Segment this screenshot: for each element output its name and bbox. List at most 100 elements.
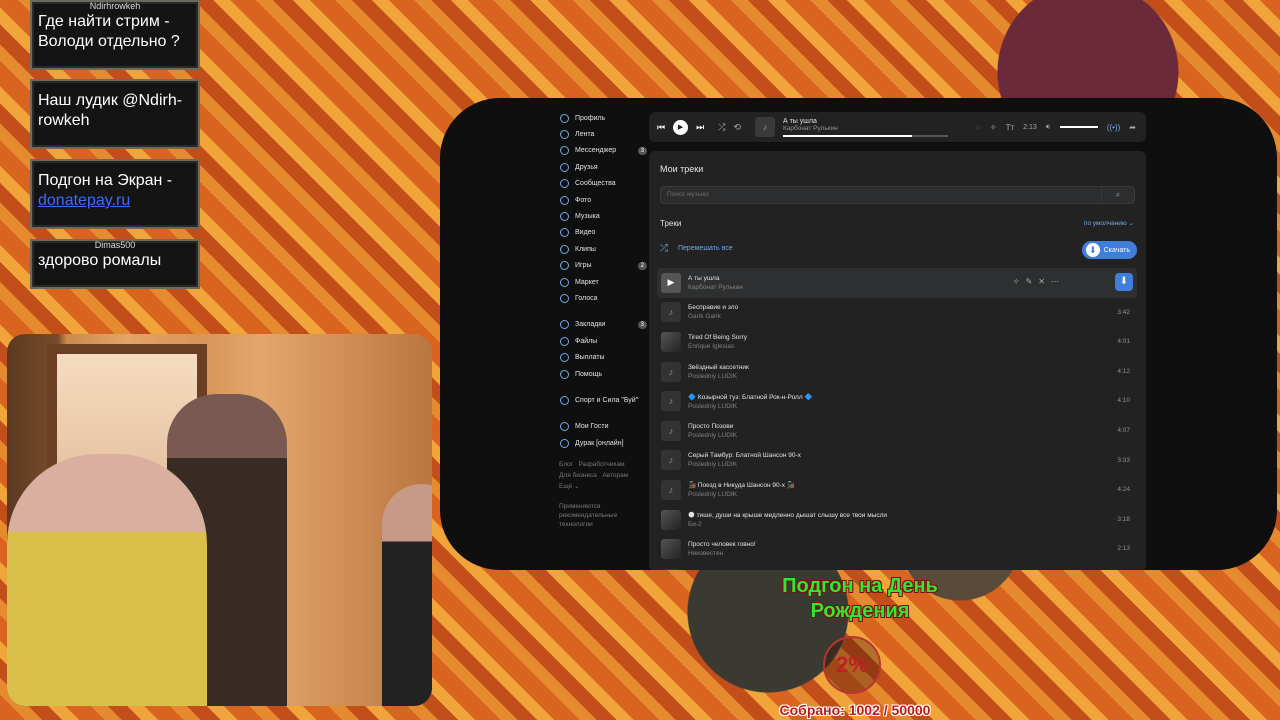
sidebar-item-badge: 3 [637,320,647,329]
track-row[interactable]: ♪ Просто Позови Posledniy LUDIK 4:07 [657,416,1137,446]
sparkle-icon[interactable]: ✧ [1013,277,1026,286]
chat-message: Наш лудик @Ndirh-rowkeh [30,79,200,149]
player-controls-right: ◌ ✧ Tт 2:13 🔉︎ ((•)) ➦ [976,122,1136,132]
track-title: Просто человек говно! [688,541,756,549]
sidebar-item[interactable]: Клипы [555,241,647,257]
track-row[interactable]: ♪ Бесправие и зло Garik Garik 3:42 [657,298,1137,328]
track-row[interactable]: ♪Я не буду ждать тебя [Я не стану ждать … [657,564,1137,570]
track-duration: 4:10 [1117,397,1130,405]
download-button[interactable]: ⬇ Скачать [1081,241,1137,259]
sidebar-item[interactable]: Дурак [онлайн] [555,435,647,451]
dislike-icon[interactable]: ◌ [976,123,981,132]
more-icon[interactable]: ⋯ [1051,277,1065,286]
footer-link-authors[interactable]: Авторам [602,472,628,479]
track-row[interactable]: ♪ Серый Тамбур: Блатной Шансон 90-х Posled… [657,446,1137,476]
sidebar-item-group[interactable]: Спорт и Сила "Буй" [555,392,647,408]
track-artist[interactable]: Posledniy LUDIK [688,432,737,439]
play-icon[interactable]: ▶ [661,272,681,293]
sidebar-item-icon [560,212,569,222]
download-track-icon[interactable]: ⬇ [1115,273,1133,291]
track-row[interactable]: ♪ Звёздный кассетник Posledniy LUDIK 4:12 [657,357,1137,387]
track-duration: 3:18 [1117,515,1130,523]
sort-dropdown[interactable]: по умолчанию ⌄ [1084,219,1134,227]
repeat-icon[interactable]: ⟲ [733,122,741,133]
chat-link[interactable]: donatepay.ru [38,192,130,209]
sidebar-item-icon [560,130,569,140]
sparkle-icon[interactable]: ✧ [990,123,997,132]
sidebar-item[interactable]: Лента [555,126,647,142]
share-icon[interactable]: ➦ [1129,123,1136,132]
sidebar-item-icon [560,438,569,448]
track-row[interactable]: ♪ 🔷 Козырной туз: Блатной Рок-н-Ролл 🔷 Pos… [657,386,1137,416]
sidebar-item-icon [560,162,569,172]
sidebar-item[interactable]: Файлы [555,333,647,349]
search-placeholder: Поиск музыки [667,191,709,198]
progress-fill [782,134,912,137]
track-row[interactable]: ♪ 🚂 Поезд в Никуда Шансон 90-х 🚂 Posledniy… [657,475,1137,505]
volume-slider[interactable] [1059,126,1098,128]
shuffle-all-button[interactable]: ⤮ Перемешать все [660,243,733,254]
track-artist[interactable]: Enrique Iglesias [688,343,747,350]
track-artist[interactable]: Posledniy LUDIK [688,373,749,380]
now-playing-artist[interactable]: Карбонат Рулькин [783,125,948,132]
track-row[interactable]: ▶ А ты ушла Карбонат Рулькин ✧✎✕⋯ ⬇ [657,268,1137,298]
group-icon [560,395,569,405]
volume-icon[interactable]: 🔉︎ [1046,122,1051,132]
sidebar-item[interactable]: Голоса [555,290,647,306]
track-title: Tired Of Being Sorry [688,333,748,341]
search-input[interactable]: Поиск музыки ⌕ [660,186,1135,204]
footer-link-blog[interactable]: Блог [559,461,573,468]
sidebar-item[interactable]: Видео [555,225,647,241]
goal-collected: Собрано: 1002 / 50000 [779,702,931,718]
next-icon[interactable]: ⏭ [696,122,704,133]
sidebar-item[interactable]: Музыка [555,208,647,224]
footer-link-more[interactable]: Ещё [559,483,572,490]
left-sidebar: Профиль Лента Мессенджер 3 Друзья Сообщества Ф… [555,110,647,529]
track-row[interactable]: 🌑 тише, души на крыше медленно дышат слы… [657,505,1137,535]
sidebar-item[interactable]: Маркет [555,274,647,290]
lyrics-icon[interactable]: Tт [1006,123,1015,132]
track-artist[interactable]: Posledniy LUDIK [688,403,813,410]
footer-link-developers[interactable]: Разработчикам [578,461,624,468]
track-duration: 4:24 [1117,486,1130,494]
download-icon: ⬇ [1085,243,1100,257]
shuffle-icon[interactable]: ⤮ [718,122,725,133]
sidebar-item-label: Выплаты [575,354,605,362]
music-note-icon: ♪ [661,361,681,382]
previous-icon[interactable]: ⏮ [657,122,665,133]
vk-music-page: Профиль Лента Мессенджер 3 Друзья Сообщества Ф… [555,108,1147,570]
progress-bar[interactable] [782,134,948,137]
track-artist[interactable]: Би-2 [688,521,887,528]
sidebar-item[interactable]: Мои Гости [555,419,647,435]
sidebar-item-label: Игры [575,262,592,270]
track-artist[interactable]: Posledniy LUDIK [688,461,801,468]
sidebar-item[interactable]: Фото [555,192,647,208]
track-artist[interactable]: Posledniy LUDIK [688,491,795,498]
track-artist[interactable]: Неизвестен [688,550,756,557]
track-row[interactable]: Просто человек говно! Неизвестен 2:13 [657,534,1137,564]
sidebar-item[interactable]: Профиль [555,110,647,126]
sidebar-item[interactable]: Закладки 3 [555,317,647,333]
sidebar-item-icon [560,261,569,271]
footer-link-business[interactable]: Для бизнеса [559,472,597,479]
sidebar-item-label: Видео [575,229,596,237]
sidebar-item-label: Дурак [онлайн] [575,439,624,447]
search-icon[interactable]: ⌕ [1101,187,1134,203]
sidebar-item-icon [560,320,569,330]
sidebar-item[interactable]: Игры 2 [555,258,647,274]
sidebar-item[interactable]: Выплаты [555,349,647,365]
broadcast-icon[interactable]: ((•)) [1107,123,1120,132]
sidebar-item[interactable]: Сообщества [555,176,647,192]
track-duration: 4:07 [1117,426,1130,434]
edit-icon[interactable]: ✎ [1026,277,1039,286]
track-artist[interactable]: Garik Garik [688,313,738,320]
sidebar-item-icon [560,146,569,156]
track-cover [661,331,681,352]
sidebar-item[interactable]: Мессенджер 3 [555,143,647,159]
sidebar-item[interactable]: Друзья [555,159,647,175]
play-button[interactable]: ▶ [673,119,689,135]
track-row[interactable]: Tired Of Being Sorry Enrique Iglesias 4:01 [657,327,1137,357]
sidebar-item[interactable]: Помощь [555,366,647,382]
remove-icon[interactable]: ✕ [1038,277,1051,286]
track-artist[interactable]: Карбонат Рулькин [688,284,743,291]
